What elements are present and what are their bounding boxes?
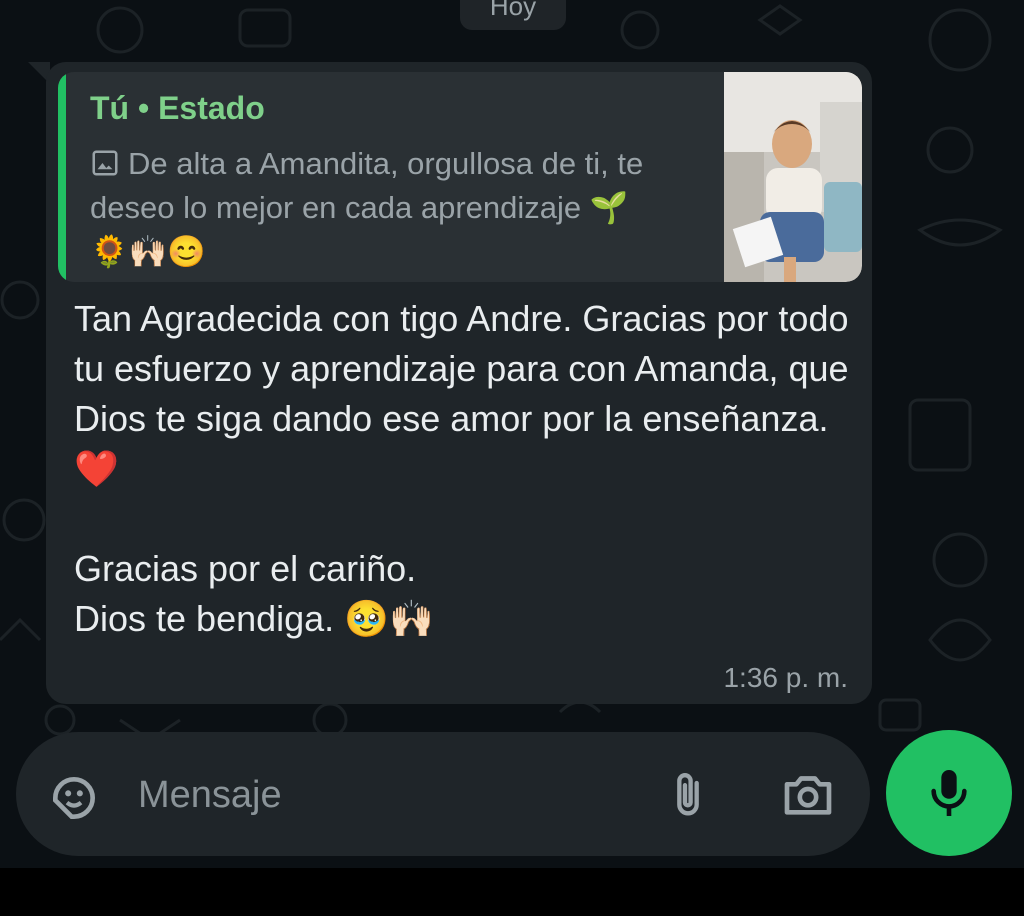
camera-icon[interactable] [780,768,836,824]
quoted-status-reply[interactable]: Tú • Estado De alta a Amandita, orgullos… [58,72,862,282]
child-photo-illustration [724,72,862,282]
message-text: Tan Agradecida con tigo Andre. Gracias p… [74,298,849,639]
quote-text-block: De alta a Amandita, orgullosa de ti, te … [90,142,650,274]
sticker-icon[interactable] [46,770,102,826]
date-chip: Hoy [460,0,566,30]
quote-accent-bar [58,72,66,282]
microphone-icon [931,770,967,816]
quote-author: Tú • Estado [90,90,265,126]
status-photo-thumbnail[interactable] [724,72,862,282]
message-bubble[interactable]: Tú • Estado De alta a Amandita, orgullos… [46,62,872,704]
image-icon [92,150,118,176]
message-timestamp: 1:36 p. m. [723,662,848,693]
quote-text: De alta a Amandita, orgullosa de ti, te … [90,146,644,269]
paperclip-icon[interactable] [662,768,714,824]
message-input[interactable] [136,766,620,824]
voice-message-button[interactable] [886,730,1012,856]
message-composer [16,732,870,856]
system-navigation-bar [0,868,1024,916]
